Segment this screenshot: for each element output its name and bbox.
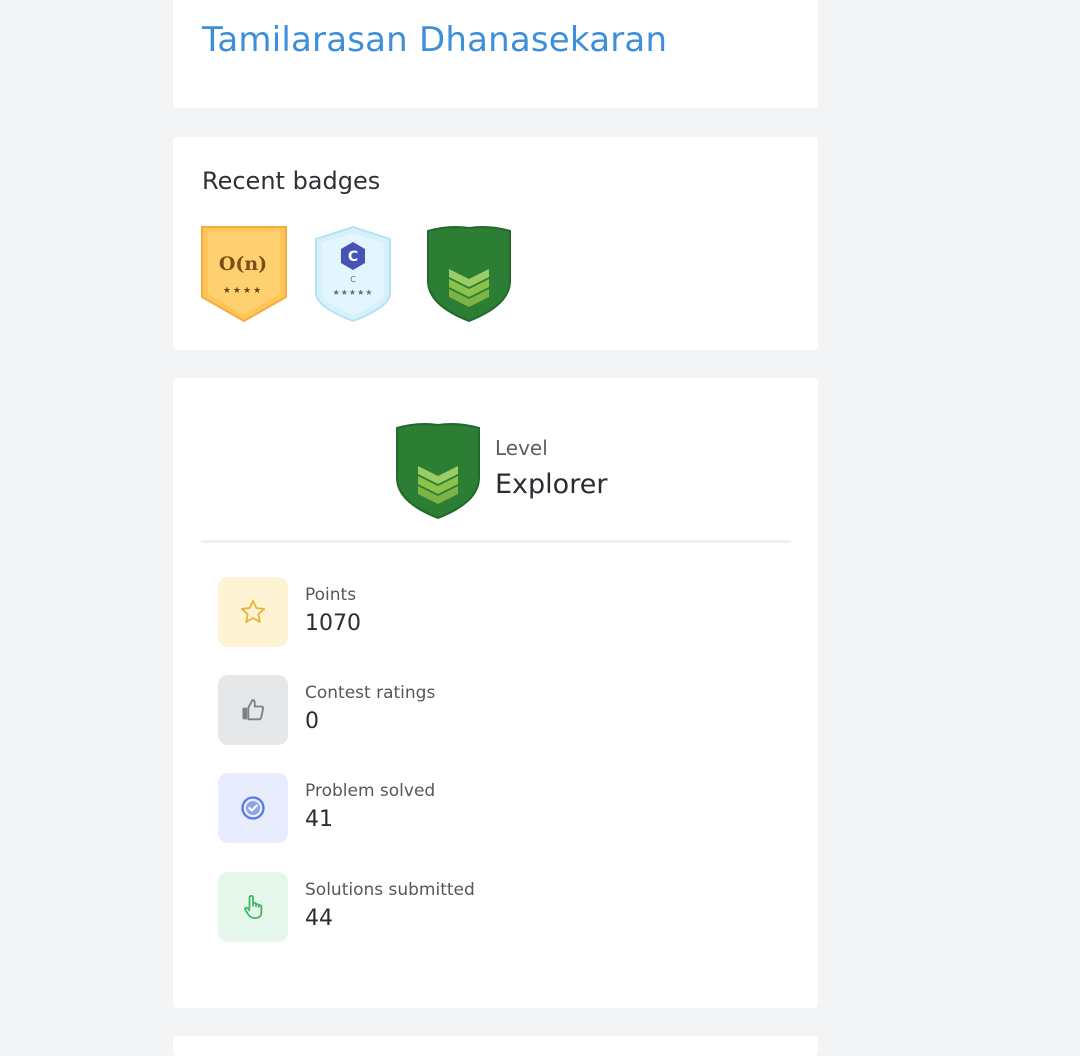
profile-name-card: Tamilarasan Dhanasekaran bbox=[173, 0, 818, 108]
level-label: Level bbox=[495, 436, 548, 460]
stat-points: Points 1070 bbox=[218, 577, 758, 647]
divider bbox=[201, 540, 791, 543]
complexity-badge-stars: ★★★★ bbox=[223, 286, 263, 296]
user-name[interactable]: Tamilarasan Dhanasekaran bbox=[202, 20, 667, 60]
star-icon bbox=[218, 577, 288, 647]
stat-label: Solutions submitted bbox=[305, 880, 475, 900]
c-language-badge-stars: ★★★★★ bbox=[333, 288, 374, 297]
recent-badges-card: Recent badges O(n) ★★★★ C C ★★★★★ bbox=[173, 137, 818, 350]
pointer-hand-icon bbox=[218, 872, 288, 942]
stat-value: 41 bbox=[305, 807, 333, 832]
stat-contest-ratings: Contest ratings 0 bbox=[218, 675, 758, 745]
c-language-badge-label: C bbox=[350, 275, 356, 284]
stat-label: Contest ratings bbox=[305, 683, 436, 703]
explorer-badge-icon[interactable] bbox=[424, 225, 514, 323]
stat-value: 44 bbox=[305, 906, 333, 931]
recent-badges-title: Recent badges bbox=[202, 167, 381, 195]
explorer-shield-icon bbox=[396, 423, 480, 520]
stat-label: Points bbox=[305, 585, 357, 605]
complexity-badge-icon[interactable]: O(n) ★★★★ bbox=[200, 225, 288, 323]
complexity-badge-label: O(n) bbox=[219, 253, 267, 275]
level-stats-card: Level Explorer Points 1070 Contest ratin… bbox=[173, 378, 818, 1008]
stat-value: 1070 bbox=[305, 611, 361, 636]
stat-value: 0 bbox=[305, 709, 319, 734]
thumbs-up-icon bbox=[218, 675, 288, 745]
next-card bbox=[173, 1036, 818, 1056]
stat-label: Problem solved bbox=[305, 781, 436, 801]
stat-solutions-submitted: Solutions submitted 44 bbox=[218, 872, 758, 942]
check-circle-icon bbox=[218, 773, 288, 843]
stat-problems-solved: Problem solved 41 bbox=[218, 773, 758, 843]
level-value: Explorer bbox=[495, 469, 608, 500]
c-language-badge-icon[interactable]: C C ★★★★★ bbox=[312, 225, 394, 323]
svg-text:C: C bbox=[348, 249, 358, 265]
